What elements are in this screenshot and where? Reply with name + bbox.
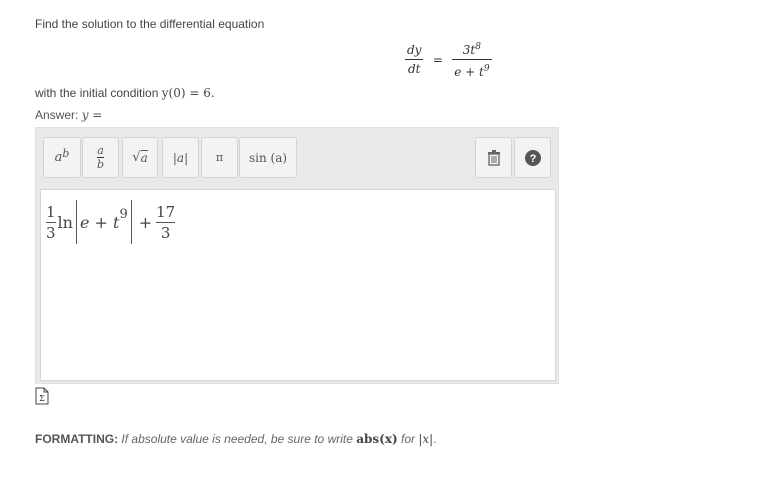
trash-icon (487, 149, 500, 166)
svg-text:Σ: Σ (39, 394, 45, 403)
condition-math: y(0) = 6. (161, 86, 215, 100)
fraction-button[interactable]: a b (82, 137, 119, 178)
svg-text:?: ? (529, 153, 536, 165)
answer-label: Answer: y = (35, 108, 103, 122)
math-editor: ab a b √ a |a| π sin (a) ? 1 3 ln e + t … (35, 127, 559, 384)
lhs-numerator: dy (407, 43, 422, 57)
dy-dt-fraction: dy dt (405, 43, 424, 76)
lhs-denominator: dt (407, 62, 421, 76)
initial-condition: with the initial condition y(0) = 6. (35, 86, 215, 100)
constant-fraction: 17 3 (156, 202, 176, 242)
help-button[interactable]: ? (514, 137, 551, 178)
coefficient-fraction: 1 3 (46, 202, 56, 242)
answer-expression: 1 3 ln e + t9 + 17 3 (46, 197, 176, 247)
sqrt-button[interactable]: √ a (122, 137, 158, 178)
abs-button[interactable]: |a| (162, 137, 199, 178)
differential-equation: dy dt = 3t8 e + t9 (405, 40, 505, 84)
question-prompt: Find the solution to the differential eq… (35, 17, 265, 31)
sigma-document-icon[interactable]: Σ (35, 387, 49, 405)
sin-button[interactable]: sin (a) (239, 137, 297, 178)
answer-input[interactable]: 1 3 ln e + t9 + 17 3 (40, 189, 556, 381)
pi-button[interactable]: π (201, 137, 238, 178)
help-icon: ? (524, 149, 541, 166)
rhs-numerator: 3t8 (462, 42, 481, 57)
ln-function: ln (57, 212, 73, 232)
equals-sign: = (432, 52, 443, 67)
rhs-fraction: 3t8 e + t9 (452, 40, 492, 79)
rhs-denominator: e + t9 (454, 64, 490, 79)
power-button[interactable]: ab (43, 137, 81, 178)
answer-variable: y = (81, 108, 103, 122)
abs-code: abs(x) (356, 432, 398, 446)
trash-button[interactable] (475, 137, 512, 178)
formatting-label: FORMATTING: (35, 432, 119, 446)
formatting-note: FORMATTING: If absolute value is needed,… (35, 432, 437, 446)
abs-inner-expression: e + t (79, 212, 120, 232)
plus-sign: + (138, 212, 153, 232)
